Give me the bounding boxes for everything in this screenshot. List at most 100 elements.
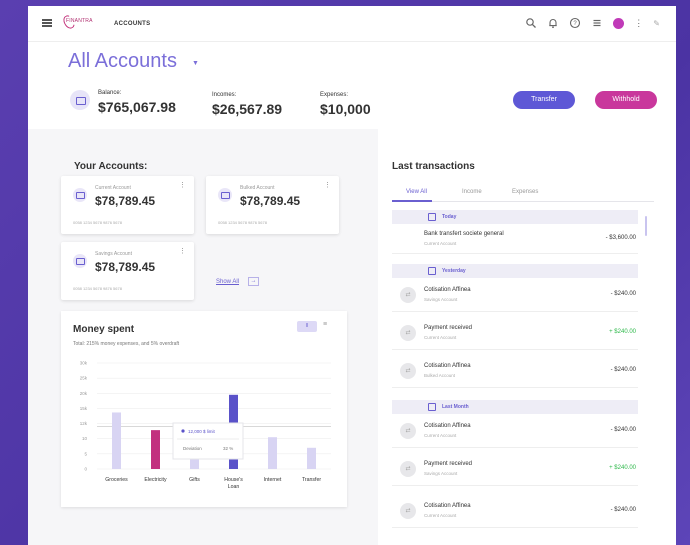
y-tick-label: 15k xyxy=(80,406,88,411)
transaction-account: Savings Account xyxy=(424,471,458,476)
y-tick-label: 30k xyxy=(80,361,88,366)
calendar-icon xyxy=(428,267,436,275)
bar-internet[interactable] xyxy=(268,437,277,469)
x-tick-label: Gifts xyxy=(189,477,200,483)
show-all-link[interactable]: Show All xyxy=(216,279,239,285)
account-number: 0058 1234 5678 9876 5678 xyxy=(73,286,122,291)
transaction-amount: + $240.00 xyxy=(609,465,636,471)
transaction-row[interactable]: ⇄ Cotisation Affinea Current Account - $… xyxy=(392,494,638,528)
balance-label: Balance: xyxy=(98,90,122,96)
transfer-icon: ⇄ xyxy=(400,503,416,519)
y-tick-label: 10 xyxy=(82,436,88,441)
pencil-icon[interactable]: ✎ xyxy=(653,19,660,28)
transaction-row[interactable]: ⇄ Cotisation Affinea Savings Account - $… xyxy=(392,278,638,312)
page-title[interactable]: All Accounts xyxy=(68,50,177,73)
chevron-down-icon[interactable]: ▼ xyxy=(192,60,199,67)
x-tick-label: Electricity xyxy=(144,477,167,483)
balance-value: $765,067.98 xyxy=(98,99,176,115)
scrollbar[interactable] xyxy=(645,216,647,236)
transfer-icon: ⇄ xyxy=(400,287,416,303)
transaction-account: Current Account xyxy=(424,241,457,246)
account-card-current[interactable]: Current Account $78,789.45 0058 1234 567… xyxy=(61,176,194,234)
transaction-amount: + $240.00 xyxy=(609,329,636,335)
account-card-savings[interactable]: Savings Account $78,789.45 0058 1234 567… xyxy=(61,242,194,300)
bar-groceries[interactable] xyxy=(112,412,121,469)
list-view-icon[interactable]: ≡ xyxy=(323,321,327,328)
hamburger-icon[interactable] xyxy=(42,19,52,27)
transaction-row[interactable]: Bank transfert societe general Current A… xyxy=(392,224,638,254)
transaction-name: Cotisation Affinea xyxy=(424,423,471,429)
x-tick-label: House's Loan xyxy=(224,477,243,490)
transaction-account: Bulked Account xyxy=(424,373,456,378)
expenses-label: Expenses: xyxy=(320,92,349,98)
date-group-header: Today xyxy=(392,210,638,224)
card-icon xyxy=(218,188,232,202)
date-label: Today xyxy=(442,214,457,220)
account-number: 0058 1234 5678 9876 5678 xyxy=(218,220,267,225)
transaction-amount: - $240.00 xyxy=(610,427,636,433)
transfer-icon: ⇄ xyxy=(400,461,416,477)
search-icon[interactable] xyxy=(525,17,537,29)
bell-icon[interactable] xyxy=(547,17,559,29)
app-window: FINANTRA ACCOUNTS ? ⋮ ✎ All Accounts ▼ B… xyxy=(28,6,676,545)
account-amount: $78,789.45 xyxy=(95,260,156,274)
transaction-row[interactable]: ⇄ Payment received Savings Account + $24… xyxy=(392,452,638,486)
transaction-amount: - $240.00 xyxy=(610,507,636,513)
account-name: Current Account xyxy=(95,185,131,191)
transaction-amount: - $3,600.00 xyxy=(605,235,636,241)
money-spent-subtitle: Total: 215% money expenses, and 5% overd… xyxy=(73,341,180,347)
date-label: Yesterday xyxy=(442,268,466,274)
transfer-button[interactable]: Transfer xyxy=(513,91,575,109)
more-vertical-icon[interactable]: ⋮ xyxy=(634,18,643,29)
account-card-bulked[interactable]: Bulked Account $78,789.45 0058 1234 5678… xyxy=(206,176,339,234)
section-title: ACCOUNTS xyxy=(114,21,151,27)
calendar-icon xyxy=(428,213,436,221)
transaction-row[interactable]: ⇄ Cotisation Affinea Current Account - $… xyxy=(392,414,638,448)
transaction-name: Cotisation Affinea xyxy=(424,503,471,509)
y-tick-label: 25k xyxy=(80,376,88,381)
x-tick-label: Internet xyxy=(264,477,282,483)
x-tick-label: Groceries xyxy=(105,477,128,483)
withhold-button[interactable]: Withhold xyxy=(595,91,657,109)
date-group-header: Last Month xyxy=(392,400,638,414)
accounts-title: Your Accounts: xyxy=(74,161,148,172)
account-amount: $78,789.45 xyxy=(240,194,301,208)
account-name: Savings Account xyxy=(95,251,132,257)
bar-electricity[interactable] xyxy=(151,430,160,469)
transaction-name: Payment received xyxy=(424,325,473,331)
wallet-icon xyxy=(70,90,90,110)
bar-view-toggle[interactable]: II xyxy=(297,321,317,332)
transaction-row[interactable]: ⇄ Cotisation Affinea Bulked Account - $2… xyxy=(392,354,638,388)
transaction-name: Cotisation Affinea xyxy=(424,287,471,293)
transactions-panel: Last transactions View All Income Expens… xyxy=(378,129,676,545)
help-icon[interactable]: ? xyxy=(569,17,581,29)
bar-transfer[interactable] xyxy=(307,447,316,469)
transaction-amount: - $240.00 xyxy=(610,367,636,373)
transaction-account: Current Account xyxy=(424,513,457,518)
content-area: Your Accounts: Current Account $78,789.4… xyxy=(28,129,676,545)
more-vertical-icon[interactable]: ⋮ xyxy=(179,181,186,189)
money-spent-title: Money spent xyxy=(73,324,135,335)
transaction-name: Payment received xyxy=(424,461,473,467)
more-vertical-icon[interactable]: ⋮ xyxy=(324,181,331,189)
tab-view-all[interactable]: View All xyxy=(406,189,427,195)
money-spent-card: Money spent Total: 215% money expenses, … xyxy=(61,311,347,507)
y-tick-label: 5 xyxy=(84,451,87,456)
list-icon[interactable] xyxy=(591,17,603,29)
avatar-icon[interactable] xyxy=(613,17,625,29)
transaction-name: Bank transfert societe general xyxy=(424,231,504,237)
top-icons: ? ⋮ ✎ xyxy=(525,17,660,29)
transaction-row[interactable]: ⇄ Payment received Current Account + $24… xyxy=(392,316,638,350)
tooltip-dot xyxy=(181,429,185,433)
account-amount: $78,789.45 xyxy=(95,194,156,208)
tab-active-indicator xyxy=(392,200,432,202)
arrow-right-icon[interactable]: → xyxy=(248,277,259,286)
transaction-account: Current Account xyxy=(424,433,457,438)
tab-expenses[interactable]: Expenses xyxy=(512,189,538,195)
transactions-title: Last transactions xyxy=(392,161,475,172)
more-vertical-icon[interactable]: ⋮ xyxy=(179,247,186,255)
chart-tooltip: 12,000 $ limit Deviation 32 % xyxy=(172,422,244,460)
tab-income[interactable]: Income xyxy=(462,189,482,195)
account-number: 0058 1234 5678 9876 5678 xyxy=(73,220,122,225)
y-tick-label: 12k xyxy=(80,421,88,426)
